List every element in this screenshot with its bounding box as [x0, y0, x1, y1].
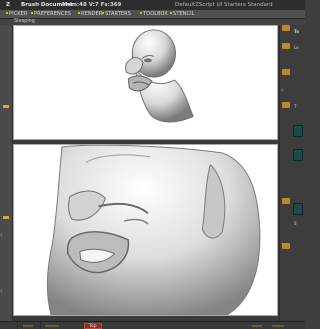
- menu-toolbox[interactable]: TOOLBOX: [140, 10, 168, 18]
- chevron-right-icon: ›: [281, 240, 284, 248]
- rail-label-1: Le: [294, 45, 299, 50]
- rail-toggle-4[interactable]: [282, 102, 290, 108]
- right-rail: To Le T S: [279, 25, 305, 321]
- left-rail-handle-top[interactable]: [3, 105, 9, 108]
- chevron-left-icon: ‹: [0, 231, 3, 239]
- viewport-bottom[interactable]: [13, 144, 278, 316]
- menu-stencil[interactable]: STENCIL: [170, 10, 195, 18]
- rail-toggle-5[interactable]: [282, 198, 290, 204]
- footer-indicator: [252, 325, 262, 327]
- rail-toggle-1[interactable]: [282, 25, 290, 31]
- left-rail-handle-bottom[interactable]: [3, 216, 9, 219]
- rail-slot-1[interactable]: [293, 125, 303, 137]
- rail-label-3: S: [294, 221, 297, 226]
- footer-indicator: [23, 325, 33, 327]
- app-logo: Z: [6, 2, 10, 8]
- rail-label-top: To: [294, 29, 299, 34]
- top-tab[interactable]: Top: [84, 323, 102, 329]
- viewport-top[interactable]: [13, 25, 278, 140]
- left-rail: [0, 25, 13, 321]
- ui-preset-label: DefaultZScript UI Starters Standard: [175, 2, 273, 8]
- rail-label-2: T: [294, 104, 297, 109]
- head-model-bottom: [46, 145, 261, 315]
- footer-indicator: [272, 325, 284, 327]
- footer-divider: [40, 322, 41, 329]
- footer-divider: [17, 322, 18, 329]
- menu-starters[interactable]: STARTERS: [102, 10, 131, 18]
- footer-bar: Top: [0, 321, 305, 329]
- rail-toggle-3[interactable]: [282, 69, 290, 75]
- rail-slot-3[interactable]: [293, 203, 303, 215]
- chevron-right-icon: ›: [281, 86, 284, 94]
- menu-picker[interactable]: PICKER: [6, 10, 28, 18]
- rail-slot-2[interactable]: [293, 149, 303, 161]
- footer-indicator: [45, 325, 59, 327]
- menu-preferences[interactable]: PREFERENCES: [31, 10, 71, 18]
- memory-stats: Mem:48 V:7 Fs:369: [62, 2, 122, 8]
- menu-bar: PICKER PREFERENCES RENDER STARTERS TOOLB…: [0, 10, 305, 19]
- menu-render[interactable]: RENDER: [78, 10, 102, 18]
- chevron-left-icon: ‹: [0, 287, 3, 295]
- app-window: Z Brush Document Mem:48 V:7 Fs:369 Defau…: [0, 0, 305, 329]
- head-model-top: [125, 29, 194, 123]
- rail-toggle-2[interactable]: [282, 43, 290, 49]
